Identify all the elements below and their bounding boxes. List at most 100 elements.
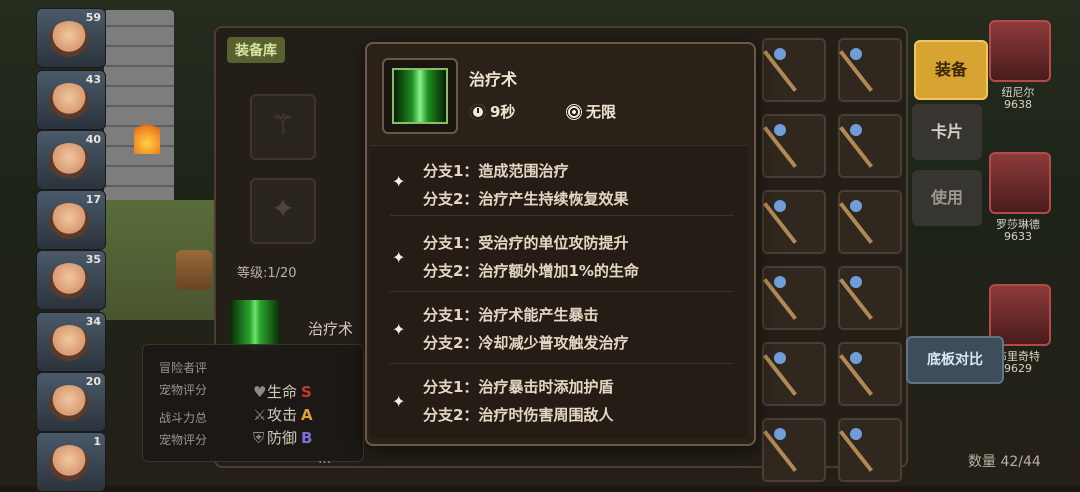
staff-gem [774, 48, 786, 60]
stat-grade: B [301, 429, 313, 447]
hero-card[interactable]: 43 [36, 70, 106, 130]
inventory-item[interactable] [838, 190, 902, 254]
inventory-item[interactable] [838, 114, 902, 178]
hero-power: 9638 [1004, 98, 1032, 111]
hero-level: 34 [85, 315, 101, 328]
staff-gem [850, 124, 862, 136]
item-level: 等级:1/20 [237, 266, 297, 281]
hero-side-card[interactable]: 纽尼尔 9638 [983, 14, 1053, 114]
hero-card[interactable]: 59 [36, 8, 106, 68]
inventory-item[interactable] [838, 342, 902, 406]
hero-level: 20 [85, 375, 101, 388]
staff-gem [850, 276, 862, 288]
staff-gem [774, 352, 786, 364]
staff-gem [850, 352, 862, 364]
hero-portrait [49, 325, 89, 361]
branch-line: 分支1：造成范围治疗 [423, 162, 569, 180]
sparkle-icon: ✦ [392, 172, 406, 191]
hero-card[interactable]: 40 [36, 130, 106, 190]
staff-icon: ⚚ [270, 108, 296, 141]
stone-tower [104, 10, 174, 205]
hero-power: 9633 [1004, 230, 1032, 243]
stat-hp: ♥生命 S [253, 381, 312, 402]
branch-line: 分支2：治疗产生持续恢复效果 [423, 190, 629, 208]
hero-portrait [989, 20, 1051, 82]
hero-card[interactable]: 1 [36, 432, 106, 492]
sword-icon: ⚔ [253, 406, 267, 424]
staff-gem [850, 200, 862, 212]
equip-button[interactable]: 装备 [914, 40, 988, 100]
armor-icon: ✦ [271, 192, 295, 225]
inventory-item[interactable] [762, 418, 826, 482]
staff-gem [774, 124, 786, 136]
hero-portrait [989, 152, 1051, 214]
stat-label: 生命 [267, 383, 298, 401]
weapon-slot[interactable]: ⚚ [250, 94, 316, 160]
rating-line: 冒险者评 [159, 361, 208, 375]
heal-skill-icon [382, 58, 458, 134]
staff-gem [774, 428, 786, 440]
sparkle-icon: ✦ [392, 248, 406, 267]
inventory-item[interactable] [762, 266, 826, 330]
inventory-item[interactable] [838, 38, 902, 102]
hero-roster: 59 43 40 17 35 34 20 1 [36, 0, 106, 492]
branch-list: ✦ 分支1：造成范围治疗 分支2：治疗产生持续恢复效果 ✦ 分支1：受治疗的单位… [370, 145, 748, 438]
rating-line: 战斗力总 [159, 411, 208, 425]
hero-card[interactable]: 35 [36, 250, 106, 310]
stat-defense: ⛨ 防御 B [253, 427, 312, 448]
hero-level: 43 [85, 73, 101, 86]
divider [390, 215, 734, 216]
inventory-item[interactable] [762, 114, 826, 178]
skill-name: 治疗术 [308, 320, 354, 338]
branch-line: 分支2：冷却减少普攻触发治疗 [423, 334, 629, 352]
hero-portrait [49, 83, 89, 119]
hero-side-card[interactable]: 罗莎琳德 9633 [983, 146, 1053, 246]
branch-group: ✦ 分支1：治疗术能产生暴击 分支2：冷却减少普攻触发治疗 [370, 294, 748, 364]
hero-card[interactable]: 17 [36, 190, 106, 250]
shield-icon: ⛨ [253, 429, 265, 447]
heart-icon: ♥ [253, 383, 267, 401]
inventory-item[interactable] [762, 190, 826, 254]
inventory-item[interactable] [838, 266, 902, 330]
branch-line: 分支2：治疗额外增加1%的生命 [423, 262, 639, 280]
rating-line: 宠物评分 [159, 383, 208, 397]
branch-group: ✦ 分支1：治疗暴击时添加护盾 分支2：治疗时伤害周围敌人 [370, 366, 748, 436]
inventory-item[interactable] [762, 38, 826, 102]
sparkle-icon: ✦ [392, 320, 406, 339]
branch-group: ✦ 分支1：受治疗的单位攻防提升 分支2：治疗额外增加1%的生命 [370, 222, 748, 292]
stat-grade: S [301, 383, 312, 401]
hero-card[interactable]: 20 [36, 372, 106, 432]
hero-level: 17 [85, 193, 101, 206]
staff-gem [774, 200, 786, 212]
hero-level: 1 [93, 435, 101, 448]
use-button[interactable]: 使用 [912, 170, 982, 226]
forge-fire [134, 118, 160, 154]
inventory-item[interactable] [838, 418, 902, 482]
hero-portrait [49, 445, 89, 481]
compare-button[interactable]: 底板对比 [906, 336, 1004, 384]
target-icon [566, 104, 582, 120]
stat-label: 攻击 [267, 406, 298, 424]
hero-card[interactable]: 34 [36, 312, 106, 372]
inventory-count: 数量 42/44 [968, 454, 1041, 470]
tooltip-title: 治疗术 [469, 70, 518, 89]
hero-level: 40 [85, 133, 101, 146]
armor-slot[interactable]: ✦ [250, 178, 316, 244]
hero-portrait [49, 203, 89, 239]
hero-level: 35 [85, 253, 101, 266]
staff-gem [850, 428, 862, 440]
inventory-item[interactable] [762, 342, 826, 406]
hero-portrait [49, 385, 89, 421]
hero-portrait [49, 143, 89, 179]
branch-line: 分支1：治疗术能产生暴击 [423, 306, 599, 324]
bottom-hint-text: … [318, 452, 331, 467]
card-button[interactable]: 卡片 [912, 104, 982, 160]
water-barrel [176, 250, 212, 290]
tab-equipment-library[interactable]: 装备库 [227, 37, 285, 63]
hero-portrait [49, 263, 89, 299]
heal-skill-thumbnail[interactable] [230, 300, 280, 350]
staff-gem [850, 48, 862, 60]
branch-line: 分支2：治疗时伤害周围敌人 [423, 406, 614, 424]
clock-icon [470, 104, 486, 120]
hero-portrait [49, 21, 89, 57]
